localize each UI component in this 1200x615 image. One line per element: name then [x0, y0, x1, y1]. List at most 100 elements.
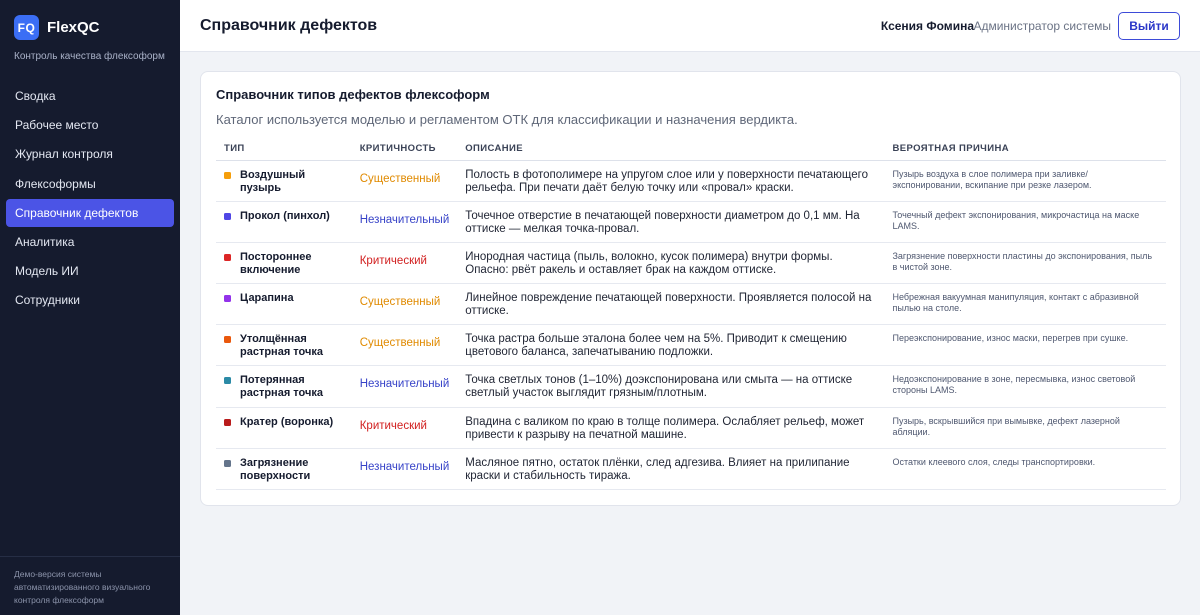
- type-cell: Постороннее включение: [216, 242, 352, 285]
- sidebar-divider: [0, 556, 180, 557]
- table-row[interactable]: Потерянная растрная точка Незначительный Т…: [216, 365, 1166, 408]
- sidebar-item-analytics[interactable]: Аналитика: [6, 228, 174, 256]
- description-cell: Линейное повреждение печатающей поверхно…: [457, 283, 885, 326]
- column-header-description: ОПИСАНИЕ: [457, 138, 885, 161]
- probable-cause: Остатки клеевого слоя, следы транспортир…: [892, 456, 1096, 467]
- type-cell: Прокол (пинхол): [216, 201, 352, 243]
- probable-cause: Переэкспонирование, износ маски, перегре…: [892, 333, 1129, 344]
- defect-type-name: Прокол (пинхол): [240, 209, 330, 222]
- sidebar: FQ FlexQC Контроль качества флексоформ С…: [0, 0, 180, 615]
- severity-cell: Критический: [351, 407, 458, 449]
- severity-cell: Существенный: [351, 160, 458, 202]
- defect-description: Линейное повреждение печатающей поверхно…: [465, 292, 872, 318]
- defect-type-name: Воздушный пузырь: [240, 168, 306, 194]
- cause-cell: Точечный дефект экспонирования, микрочас…: [884, 201, 1166, 243]
- table-row[interactable]: Кратер (воронка) Критический Впадина с вал…: [216, 407, 1166, 449]
- severity-label: Существенный: [359, 172, 441, 185]
- sidebar-item-flexoforms[interactable]: Флексоформы: [6, 170, 174, 198]
- defect-type-name: Кратер (воронка): [240, 415, 334, 428]
- cause-cell: Пузырь, вскрывшийся при вымывке, дефект …: [884, 407, 1166, 449]
- sidebar-item-summary[interactable]: Сводка: [6, 82, 174, 110]
- severity-label: Существенный: [359, 337, 441, 350]
- defect-type-name: Загрязнение поверхности: [240, 456, 311, 482]
- column-header-type: ТИП: [216, 138, 352, 161]
- table-row[interactable]: Царапина Существенный Линейное повреждение…: [216, 283, 1166, 326]
- cause-cell: Небрежная вакуумная манипуляция, контакт…: [884, 283, 1166, 326]
- defect-type-name: Царапина: [240, 292, 294, 305]
- severity-label: Незначительный: [359, 460, 450, 473]
- type-cell: Утолщённая растрная точка: [216, 324, 352, 367]
- sidebar-item-ai-model[interactable]: Модель ИИ: [6, 257, 174, 285]
- table-row[interactable]: Прокол (пинхол) Незначительный Точечное от…: [216, 201, 1166, 243]
- column-header-severity: КРИТИЧНОСТЬ: [351, 138, 458, 161]
- defect-description: Впадина с валиком по краю в толще полиме…: [465, 415, 865, 441]
- severity-label: Критический: [359, 254, 427, 267]
- defect-type-name: Потерянная растрная точка: [240, 374, 323, 400]
- user-name: Ксения Фомина: [880, 19, 974, 33]
- defect-marker-icon: [224, 336, 231, 344]
- defects-catalog-card: Справочник типов дефектов флексоформ Кат…: [200, 71, 1181, 506]
- defect-marker-icon: [224, 212, 231, 220]
- probable-cause: Недоэкспонирование в зоне, пересмывка, и…: [892, 374, 1136, 396]
- description-cell: Масляное пятно, остаток плёнки, след адг…: [457, 448, 885, 491]
- topbar: Справочник дефектов Ксения Фомина Админи…: [180, 0, 1200, 52]
- table-row[interactable]: Утолщённая растрная точка Существенный Точ…: [216, 324, 1166, 367]
- severity-cell: Незначительный: [351, 365, 458, 408]
- defect-description: Точка светлых тонов (1–10%) доэкспониров…: [465, 374, 853, 400]
- description-cell: Впадина с валиком по краю в толще полиме…: [457, 407, 885, 449]
- description-cell: Точка растра больше эталона более чем на…: [457, 324, 885, 367]
- severity-cell: Незначительный: [351, 201, 458, 243]
- logo-icon: FQ: [14, 15, 39, 40]
- description-cell: Инородная частица (пыль, волокно, кусок …: [457, 242, 885, 285]
- probable-cause: Точечный дефект экспонирования, микрочас…: [892, 209, 1140, 231]
- type-cell: Воздушный пузырь: [216, 160, 352, 202]
- type-cell: Кратер (воронка): [216, 407, 352, 449]
- defect-marker-icon: [224, 171, 231, 179]
- table-row[interactable]: Постороннее включение Критический Инородна…: [216, 242, 1166, 285]
- severity-cell: Существенный: [351, 324, 458, 367]
- page-title: Справочник дефектов: [200, 17, 378, 34]
- probable-cause: Пузырь воздуха в слое полимера при залив…: [892, 168, 1092, 190]
- defect-description: Полость в фотополимере на упругом слое и…: [465, 168, 868, 194]
- app-subtitle: Контроль качества флексоформ: [14, 51, 165, 62]
- defect-description: Масляное пятно, остаток плёнки, след адг…: [465, 456, 850, 482]
- brand[interactable]: FQ FlexQC: [14, 15, 100, 40]
- cause-cell: Остатки клеевого слоя, следы транспортир…: [884, 448, 1166, 491]
- sidebar-item-control-log[interactable]: Журнал контроля: [6, 140, 174, 168]
- app-name: FlexQC: [47, 19, 100, 36]
- sidebar-item-workplace[interactable]: Рабочее место: [6, 111, 174, 139]
- defect-marker-icon: [224, 295, 231, 303]
- description-cell: Точечное отверстие в печатающей поверхно…: [457, 201, 885, 243]
- sidebar-item-employees[interactable]: Сотрудники: [6, 286, 174, 314]
- severity-label: Существенный: [359, 296, 441, 309]
- table-header-row: ТИП КРИТИЧНОСТЬ ОПИСАНИЕ ВЕРОЯТНАЯ ПРИЧИ…: [216, 138, 1166, 161]
- type-cell: Царапина: [216, 283, 352, 326]
- sidebar-footer-note: Демо-версия системы автоматизированного …: [14, 569, 151, 605]
- severity-label: Незначительный: [359, 378, 450, 391]
- cause-cell: Переэкспонирование, износ маски, перегре…: [884, 324, 1166, 367]
- description-cell: Точка светлых тонов (1–10%) доэкспониров…: [457, 365, 885, 408]
- type-cell: Загрязнение поверхности: [216, 448, 352, 491]
- type-cell: Потерянная растрная точка: [216, 365, 352, 408]
- cause-cell: Загрязнение поверхности пластины до эксп…: [884, 242, 1166, 285]
- defect-type-name: Утолщённая растрная точка: [240, 333, 323, 359]
- user-role: Администратор системы: [973, 19, 1111, 33]
- defect-marker-icon: [224, 377, 231, 385]
- severity-cell: Существенный: [351, 283, 458, 326]
- severity-label: Незначительный: [359, 213, 450, 226]
- card-title: Справочник типов дефектов флексоформ: [216, 87, 490, 102]
- table-row[interactable]: Загрязнение поверхности Незначительный Мас…: [216, 448, 1166, 491]
- sidebar-item-defects-catalog[interactable]: Справочник дефектов: [6, 198, 174, 227]
- table-row[interactable]: Воздушный пузырь Существенный Полость в фо…: [216, 160, 1166, 202]
- defect-marker-icon: [224, 459, 231, 467]
- defect-marker-icon: [224, 418, 231, 426]
- defect-description: Точечное отверстие в печатающей поверхно…: [465, 209, 860, 235]
- probable-cause: Загрязнение поверхности пластины до эксп…: [892, 250, 1153, 272]
- cause-cell: Недоэкспонирование в зоне, пересмывка, и…: [884, 365, 1166, 408]
- defects-table: ТИП КРИТИЧНОСТЬ ОПИСАНИЕ ВЕРОЯТНАЯ ПРИЧИ…: [216, 138, 1166, 491]
- sidebar-nav: Сводка Рабочее место Журнал контроля Фле…: [6, 82, 174, 316]
- description-cell: Полость в фотополимере на упругом слое и…: [457, 160, 885, 202]
- severity-cell: Критический: [351, 242, 458, 285]
- logout-button[interactable]: Выйти: [1118, 12, 1180, 40]
- severity-cell: Незначительный: [351, 448, 458, 491]
